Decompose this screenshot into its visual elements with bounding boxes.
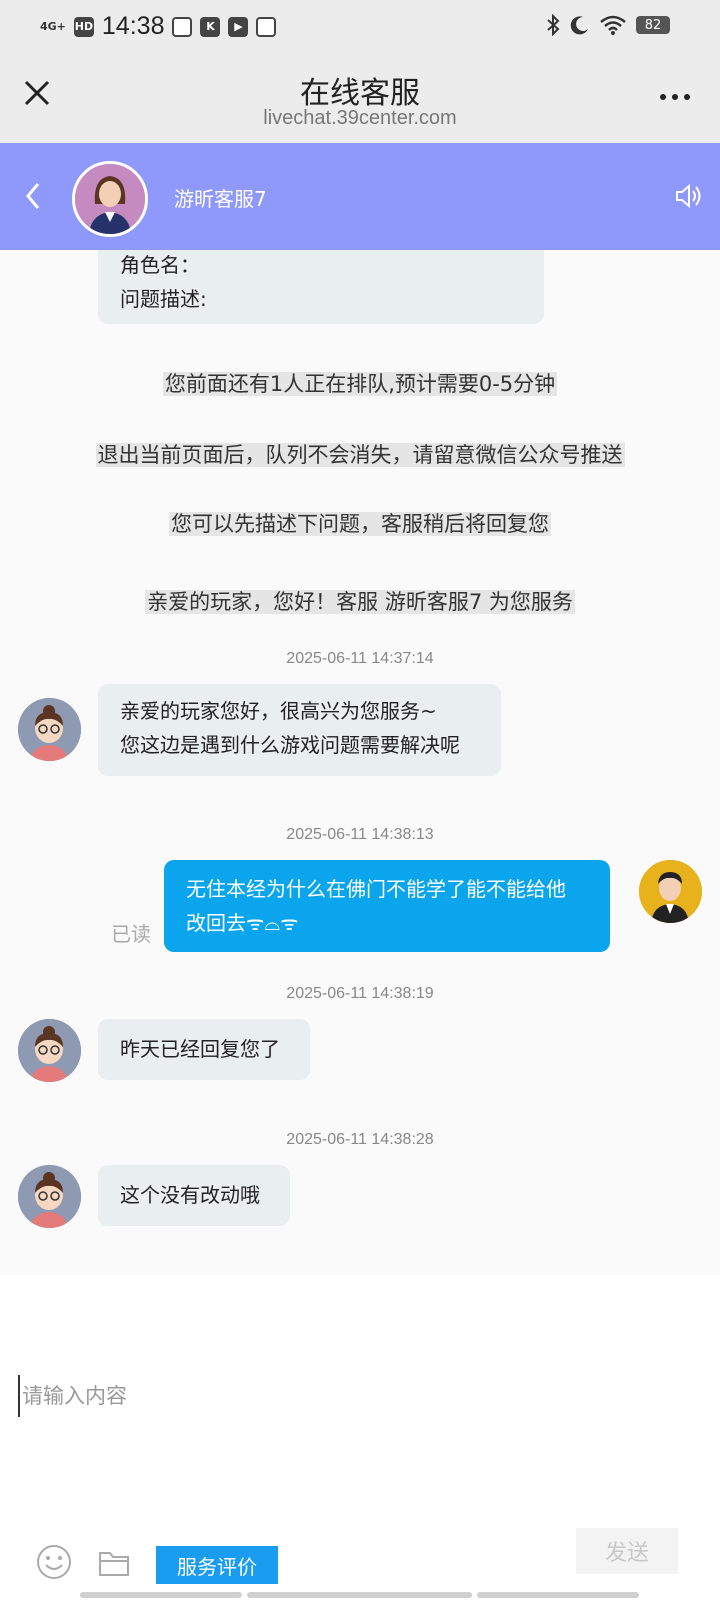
system-message: 退出当前页面后，队列不会消失，请留意微信公众号推送 [95, 443, 625, 467]
message-text: 您这边是遇到什么游戏问题需要解决呢 [120, 733, 460, 757]
search-app-icon [256, 16, 277, 37]
agent-message-bubble[interactable]: 昨天已经回复您了 [98, 1019, 310, 1080]
cs-avatar [18, 1165, 81, 1228]
form-role-label: 角色名： [120, 253, 200, 277]
nav-bar-segment [80, 1592, 242, 1598]
more-icon[interactable] [660, 94, 690, 100]
cs-avatar [18, 1019, 81, 1082]
message-timestamp: 2025-06-11 14:38:19 [286, 985, 434, 1002]
message-text: 昨天已经回复您了 [120, 1037, 280, 1061]
my-message-bubble[interactable]: 无住本经为什么在佛门不能学了能不能给他 改回去ᯤ⌓ᯤ [164, 860, 610, 952]
message-text: 无住本经为什么在佛门不能学了能不能给他 [186, 877, 566, 901]
back-icon[interactable] [20, 178, 46, 214]
message-text: 这个没有改动哦 [120, 1183, 260, 1207]
message-text: 改回去ᯤ⌓ᯤ [186, 911, 299, 935]
nav-bar-segment [477, 1592, 639, 1598]
folder-icon[interactable] [98, 1548, 130, 1578]
form-card: 角色名： 问题描述: [98, 250, 544, 324]
page-title: 在线客服 [300, 76, 420, 111]
speaker-icon[interactable] [674, 181, 704, 211]
status-time: 14:38 [101, 12, 165, 40]
chat-message-list[interactable]: 角色名： 问题描述: 您前面还有1人正在排队,预计需要0-5分钟 退出当前页面后… [0, 250, 720, 1275]
cs-avatar [18, 698, 81, 761]
read-status: 已读 [111, 922, 151, 946]
message-timestamp: 2025-06-11 14:38:28 [286, 1131, 434, 1148]
status-bar: 4G+ HD 14:38 K ▶ 82 [0, 0, 720, 56]
message-input[interactable] [18, 1375, 704, 1417]
webview-title-bar: 在线客服 livechat.39center.com [0, 56, 720, 143]
agent-avatar [72, 161, 148, 237]
agent-message-bubble[interactable]: 亲爱的玩家您好，很高兴为您服务~ 您这边是遇到什么游戏问题需要解决呢 [98, 684, 501, 776]
wifi-icon [600, 15, 626, 35]
chat-header: 游昕客服7 [0, 143, 720, 250]
send-button[interactable]: 发送 [576, 1528, 678, 1574]
my-avatar [639, 860, 702, 923]
agent-name: 游昕客服7 [174, 187, 267, 211]
k-app-icon: K [200, 16, 221, 37]
message-timestamp: 2025-06-11 14:38:13 [286, 826, 434, 843]
system-message: 您前面还有1人正在排队,预计需要0-5分钟 [162, 372, 558, 396]
app-notification-icon [172, 16, 193, 37]
moon-icon [570, 16, 588, 35]
emoji-icon[interactable] [36, 1544, 72, 1580]
agent-message-bubble[interactable]: 这个没有改动哦 [98, 1165, 290, 1226]
network-indicator: 4G+ [40, 20, 66, 33]
system-message: 亲爱的玩家，您好！客服 游昕客服7 为您服务 [145, 590, 575, 614]
hd-icon: HD [73, 16, 94, 37]
rate-service-button[interactable]: 服务评价 [156, 1546, 278, 1584]
battery-indicator: 82 [636, 16, 670, 34]
system-message: 您可以先描述下问题，客服稍后将回复您 [169, 512, 551, 536]
form-desc-label: 问题描述: [120, 287, 207, 311]
message-text: 亲爱的玩家您好，很高兴为您服务~ [120, 699, 437, 723]
bluetooth-icon [547, 14, 560, 36]
message-timestamp: 2025-06-11 14:37:14 [286, 650, 434, 667]
nav-bar-segment [247, 1592, 472, 1598]
page-url: livechat.39center.com [263, 107, 457, 129]
play-app-icon: ▶ [228, 16, 249, 37]
